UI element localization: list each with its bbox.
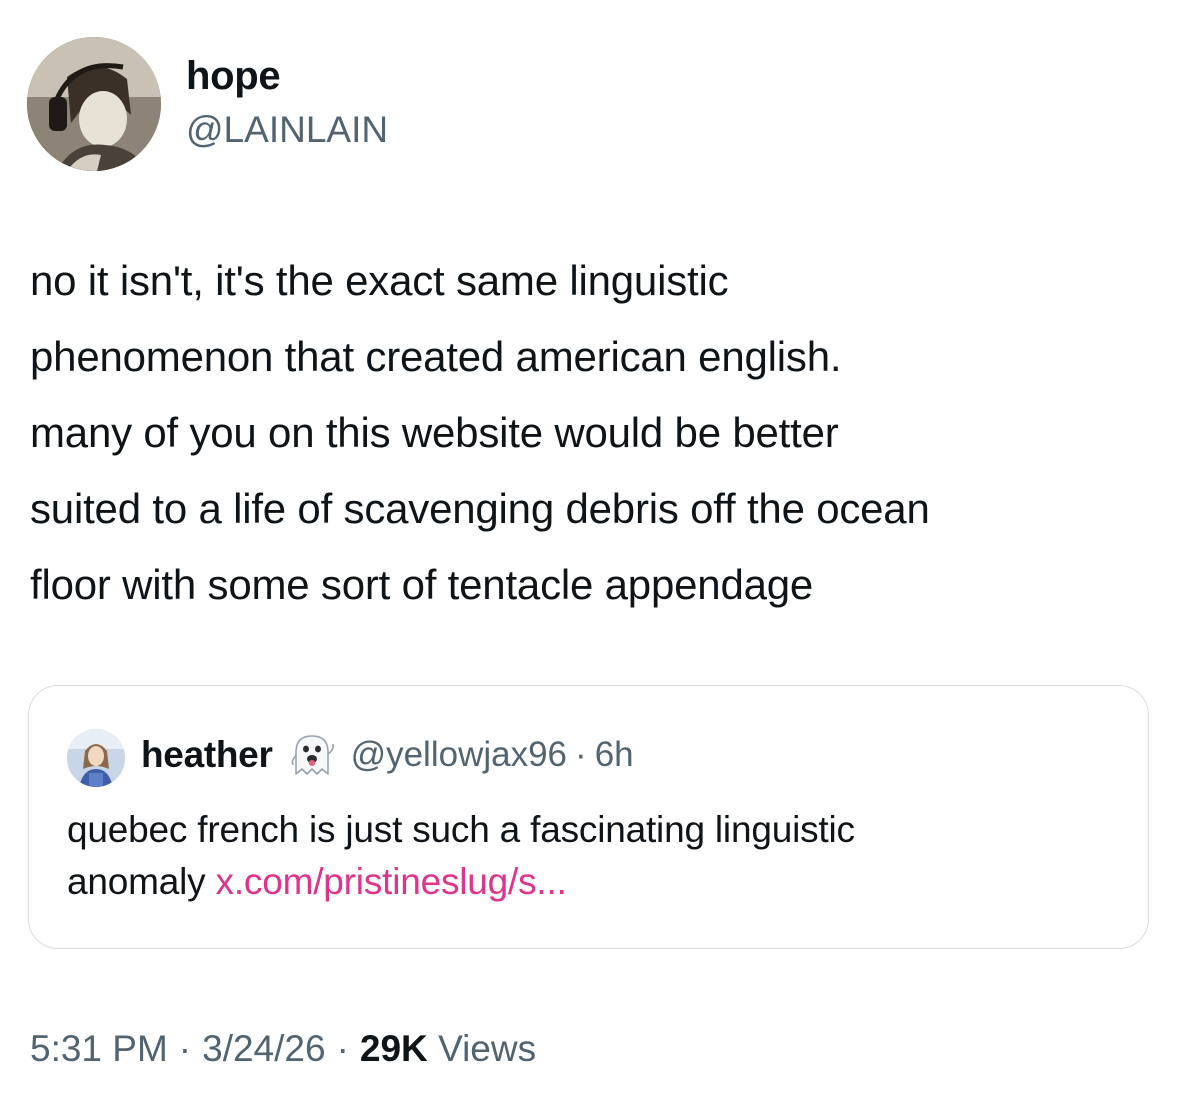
author-display-name[interactable]: hope <box>186 52 281 100</box>
tweet-text: no it isn't, it's the exact same linguis… <box>30 243 1170 623</box>
quoted-author-avatar[interactable] <box>67 729 125 787</box>
quoted-text-line: quebec french is just such a fascinating… <box>67 809 855 850</box>
dot-separator: · <box>178 1028 192 1069</box>
dot-separator: · <box>336 1028 349 1069</box>
quoted-tweet-header: heather @yellowjax96 · 6h <box>141 730 634 780</box>
dot-separator: · <box>575 735 587 774</box>
quoted-text-line-with-link: anomaly x.com/pristineslug/s... <box>67 856 1127 908</box>
views-count[interactable]: 29K <box>360 1028 428 1069</box>
tweet-text-line: suited to a life of scavenging debris of… <box>30 485 930 532</box>
tweet-text-line: phenomenon that created american english… <box>30 333 842 380</box>
tweet-metadata: 5:31 PM · 3/24/26 · 29K Views <box>30 1026 536 1072</box>
quoted-text-fragment: anomaly <box>67 861 206 902</box>
tweet-text-line: floor with some sort of tentacle appenda… <box>30 561 814 608</box>
tweet-time[interactable]: 5:31 PM <box>30 1028 168 1069</box>
quoted-tweet-time[interactable]: 6h <box>595 735 634 775</box>
tweet-date[interactable]: 3/24/26 <box>202 1028 325 1069</box>
quoted-tweet-text: quebec french is just such a fascinating… <box>67 804 1127 908</box>
tweet-text-line: many of you on this website would be bet… <box>30 409 839 456</box>
views-label[interactable]: Views <box>438 1028 536 1069</box>
quoted-author-handle[interactable]: @yellowjax96 <box>351 735 567 775</box>
quoted-tweet-card[interactable]: heather @yellowjax96 · 6h quebec french … <box>28 685 1149 949</box>
author-avatar[interactable] <box>27 37 161 171</box>
quoted-author-name[interactable]: heather <box>141 734 273 776</box>
ghost-emoji-icon <box>287 730 337 780</box>
tweet-detail: hope @LAINLAIN no it isn't, it's the exa… <box>0 0 1179 1093</box>
author-handle[interactable]: @LAINLAIN <box>186 108 388 152</box>
tweet-text-line: no it isn't, it's the exact same linguis… <box>30 257 729 304</box>
quoted-tweet-link[interactable]: x.com/pristineslug/s... <box>216 861 567 902</box>
